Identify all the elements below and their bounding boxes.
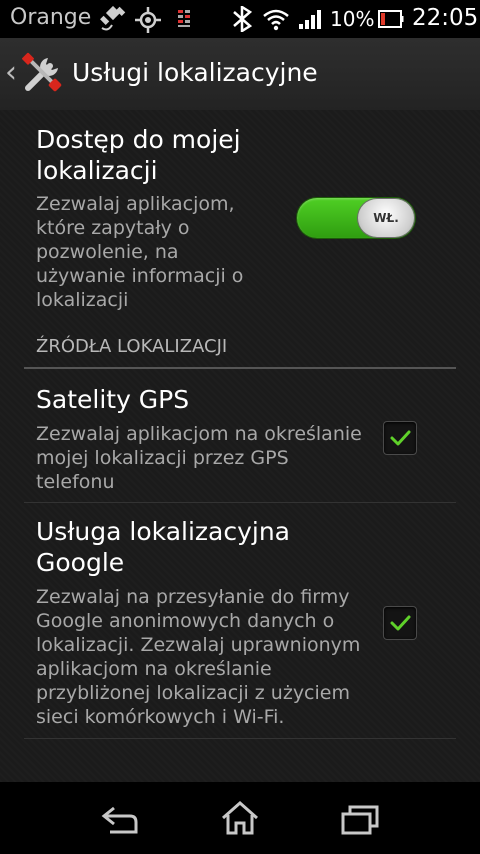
google-location-summary-line: lokalizacji. Zezwalaj uprawnionym xyxy=(36,634,361,656)
checkmark-icon xyxy=(390,615,411,631)
back-icon[interactable] xyxy=(100,804,140,840)
gps-icon xyxy=(98,5,128,36)
wifi-icon xyxy=(262,7,290,35)
up-navigation-icon[interactable]: ‹ xyxy=(5,58,17,88)
carrier-name: Orange xyxy=(10,5,92,30)
gps-title: Satelity GPS xyxy=(36,385,190,414)
battery-icon xyxy=(378,9,404,33)
location-access-title-line2: lokalizacji xyxy=(36,156,158,185)
google-location-summary-line: Zezwalaj na przesyłanie do firmy xyxy=(36,586,350,608)
section-divider xyxy=(24,367,456,369)
location-access-summary-line: używanie informacji o xyxy=(36,265,244,287)
location-access-toggle[interactable]: WŁ. xyxy=(297,198,415,238)
home-icon[interactable] xyxy=(220,800,260,840)
gps-summary-line: Zezwalaj aplikacjom na określanie xyxy=(36,423,362,445)
row-divider xyxy=(24,738,456,739)
google-location-title-line2: Google xyxy=(36,548,125,577)
recent-apps-icon[interactable] xyxy=(340,804,380,840)
location-access-summary-line: lokalizacji xyxy=(36,289,129,311)
status-bar: Orange 10% 22:05 xyxy=(0,0,480,38)
toggle-knob: WŁ. xyxy=(358,199,414,237)
location-access-title-line1: Dostęp do mojej xyxy=(36,125,241,154)
gps-summary-line: mojej lokalizacji przez GPS xyxy=(36,447,289,469)
data-transfer-icon xyxy=(176,9,192,33)
gps-summary-line: telefonu xyxy=(36,471,115,493)
checkmark-icon xyxy=(390,430,411,446)
page-title: Usługi lokalizacyjne xyxy=(72,58,318,87)
google-location-title-line1: Usługa lokalizacyjna xyxy=(36,517,290,546)
section-header: ŹRÓDŁA LOKALIZACJI xyxy=(36,336,228,357)
location-access-summary-line: które zapytały o xyxy=(36,217,190,239)
action-bar: ‹ Usługi lokalizacyjne xyxy=(0,38,480,111)
clock: 22:05 xyxy=(412,5,479,31)
location-access-summary-line: pozwolenie, na xyxy=(36,241,179,263)
google-location-summary-line: Google anonimowych danych o xyxy=(36,610,335,632)
google-location-summary-line: przybliżonej lokalizacji z użyciem xyxy=(36,682,350,704)
google-location-summary-line: sieci komórkowych i Wi-Fi. xyxy=(36,706,285,728)
bluetooth-icon xyxy=(228,4,256,36)
location-icon xyxy=(134,6,162,38)
navigation-bar xyxy=(0,782,480,854)
row-divider xyxy=(24,502,456,503)
google-location-checkbox[interactable] xyxy=(383,606,417,640)
signal-icon xyxy=(298,8,324,34)
settings-list: Dostęp do mojej lokalizacji Zezwalaj apl… xyxy=(0,110,480,782)
location-access-summary-line: Zezwalaj aplikacjom, xyxy=(36,193,235,215)
gps-checkbox[interactable] xyxy=(383,421,417,455)
tools-icon[interactable] xyxy=(22,52,64,98)
battery-percent: 10% xyxy=(330,7,375,31)
google-location-summary-line: aplikacjom na określanie xyxy=(36,658,272,680)
